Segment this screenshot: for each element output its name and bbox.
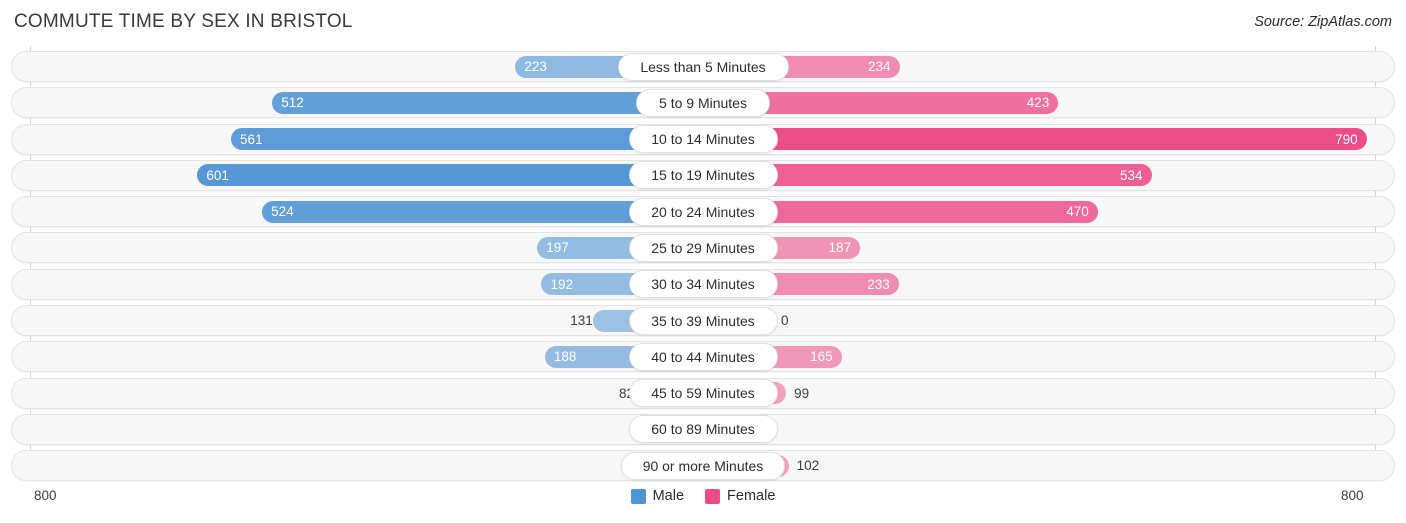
row-bars: 197 187 25 to 29 Minutes bbox=[0, 231, 1406, 264]
row-bars: 192 233 30 to 34 Minutes bbox=[0, 268, 1406, 301]
bar-value-female: 22 bbox=[721, 418, 1406, 440]
category-label: 10 to 14 Minutes bbox=[628, 125, 778, 154]
row-bars: 188 165 40 to 44 Minutes bbox=[0, 340, 1406, 373]
bar-value-male: 131 bbox=[570, 313, 593, 329]
bar-row: 197 187 25 to 29 Minutes bbox=[0, 231, 1406, 267]
chart-header: COMMUTE TIME BY SEX IN BRISTOL Source: Z… bbox=[0, 0, 1406, 46]
bar-value-female: 0 bbox=[781, 313, 789, 329]
bar-row: 223 234 Less than 5 Minutes bbox=[0, 50, 1406, 86]
bar-female: 790 bbox=[703, 128, 1367, 151]
bar-value-male: 561 bbox=[240, 131, 263, 147]
bar-value-male: 512 bbox=[281, 95, 304, 111]
bar-value-male: 29 bbox=[0, 455, 687, 477]
female-swatch bbox=[705, 488, 721, 504]
row-bars: 43 2260 to 89 Minutes bbox=[0, 413, 1406, 446]
row-bars: 82 99 45 to 59 Minutes bbox=[0, 377, 1406, 410]
bar-value-male: 601 bbox=[206, 167, 229, 183]
row-bars: 524 470 20 to 24 Minutes bbox=[0, 195, 1406, 228]
category-label: 20 to 24 Minutes bbox=[628, 197, 778, 226]
category-label: 40 to 44 Minutes bbox=[628, 342, 778, 371]
bar-row: 188 165 40 to 44 Minutes bbox=[0, 340, 1406, 376]
bar-value-male: 192 bbox=[550, 276, 573, 292]
bar-rows-container: 223 234 Less than 5 Minutes 512 423 5 to 9 Mi… bbox=[0, 50, 1406, 486]
bar-row: 131 0 35 to 39 Minutes bbox=[0, 304, 1406, 340]
bar-value-female: 534 bbox=[1120, 167, 1143, 183]
category-label: 35 to 39 Minutes bbox=[628, 306, 778, 335]
row-bars: 223 234 Less than 5 Minutes bbox=[0, 50, 1406, 83]
bar-value-female: 99 bbox=[794, 385, 810, 401]
category-label: 30 to 34 Minutes bbox=[628, 270, 778, 299]
bar-value-female: 165 bbox=[810, 349, 833, 365]
chart-legend: Male Female bbox=[0, 488, 1406, 504]
bar-row: 82 99 45 to 59 Minutes bbox=[0, 377, 1406, 413]
category-label: 60 to 89 Minutes bbox=[628, 415, 778, 444]
bar-male: 601 bbox=[197, 164, 703, 187]
bar-value-female: 470 bbox=[1066, 204, 1089, 220]
chart-plot-area: 223 234 Less than 5 Minutes 512 423 5 to 9 Mi… bbox=[0, 46, 1406, 482]
category-label: 25 to 29 Minutes bbox=[628, 233, 778, 262]
row-bars: 131 0 35 to 39 Minutes bbox=[0, 304, 1406, 337]
bar-row: 29 102 90 or more Minutes bbox=[0, 449, 1406, 485]
legend-item[interactable]: Female bbox=[705, 488, 775, 504]
bar-row: 524 470 20 to 24 Minutes bbox=[0, 195, 1406, 231]
bar-value-male: 197 bbox=[546, 240, 569, 256]
category-label: 5 to 9 Minutes bbox=[636, 88, 770, 117]
bar-value-female: 234 bbox=[868, 59, 891, 74]
bar-value-male: 223 bbox=[524, 59, 547, 74]
legend-label: Female bbox=[727, 488, 776, 504]
row-bars: 29 102 90 or more Minutes bbox=[0, 449, 1406, 482]
bar-row: 512 423 5 to 9 Minutes bbox=[0, 86, 1406, 122]
category-label: 90 or more Minutes bbox=[621, 451, 785, 480]
category-label: Less than 5 Minutes bbox=[617, 52, 789, 81]
legend-label: Male bbox=[652, 488, 685, 504]
bar-row: 192 233 30 to 34 Minutes bbox=[0, 268, 1406, 304]
category-label: 45 to 59 Minutes bbox=[628, 379, 778, 408]
page-title: COMMUTE TIME BY SEX IN BRISTOL bbox=[14, 11, 353, 32]
legend-item[interactable]: Male bbox=[630, 488, 685, 504]
male-swatch bbox=[630, 488, 646, 504]
bar-value-male: 188 bbox=[553, 349, 577, 365]
row-bars: 561 790 10 to 14 Minutes bbox=[0, 123, 1406, 156]
bar-value-female: 790 bbox=[1335, 131, 1358, 147]
bar-value-female: 423 bbox=[1026, 95, 1050, 111]
category-label: 15 to 19 Minutes bbox=[628, 161, 778, 190]
bar-value-male: 524 bbox=[271, 204, 294, 220]
row-bars: 512 423 5 to 9 Minutes bbox=[0, 86, 1406, 119]
bar-row: 561 790 10 to 14 Minutes bbox=[0, 123, 1406, 159]
chart-axis: 800 800 Male Female bbox=[0, 482, 1406, 523]
bar-value-female: 187 bbox=[828, 240, 852, 256]
source-attribution: Source: ZipAtlas.com bbox=[1254, 14, 1392, 30]
bar-value-male: 43 bbox=[0, 418, 675, 440]
bar-value-female: 233 bbox=[867, 276, 890, 292]
bar-value-female: 102 bbox=[796, 458, 820, 474]
row-bars: 601 534 15 to 19 Minutes bbox=[0, 159, 1406, 192]
bar-row: 43 2260 to 89 Minutes bbox=[0, 413, 1406, 449]
bar-value-male: 82 bbox=[618, 385, 635, 401]
bar-row: 601 534 15 to 19 Minutes bbox=[0, 159, 1406, 195]
